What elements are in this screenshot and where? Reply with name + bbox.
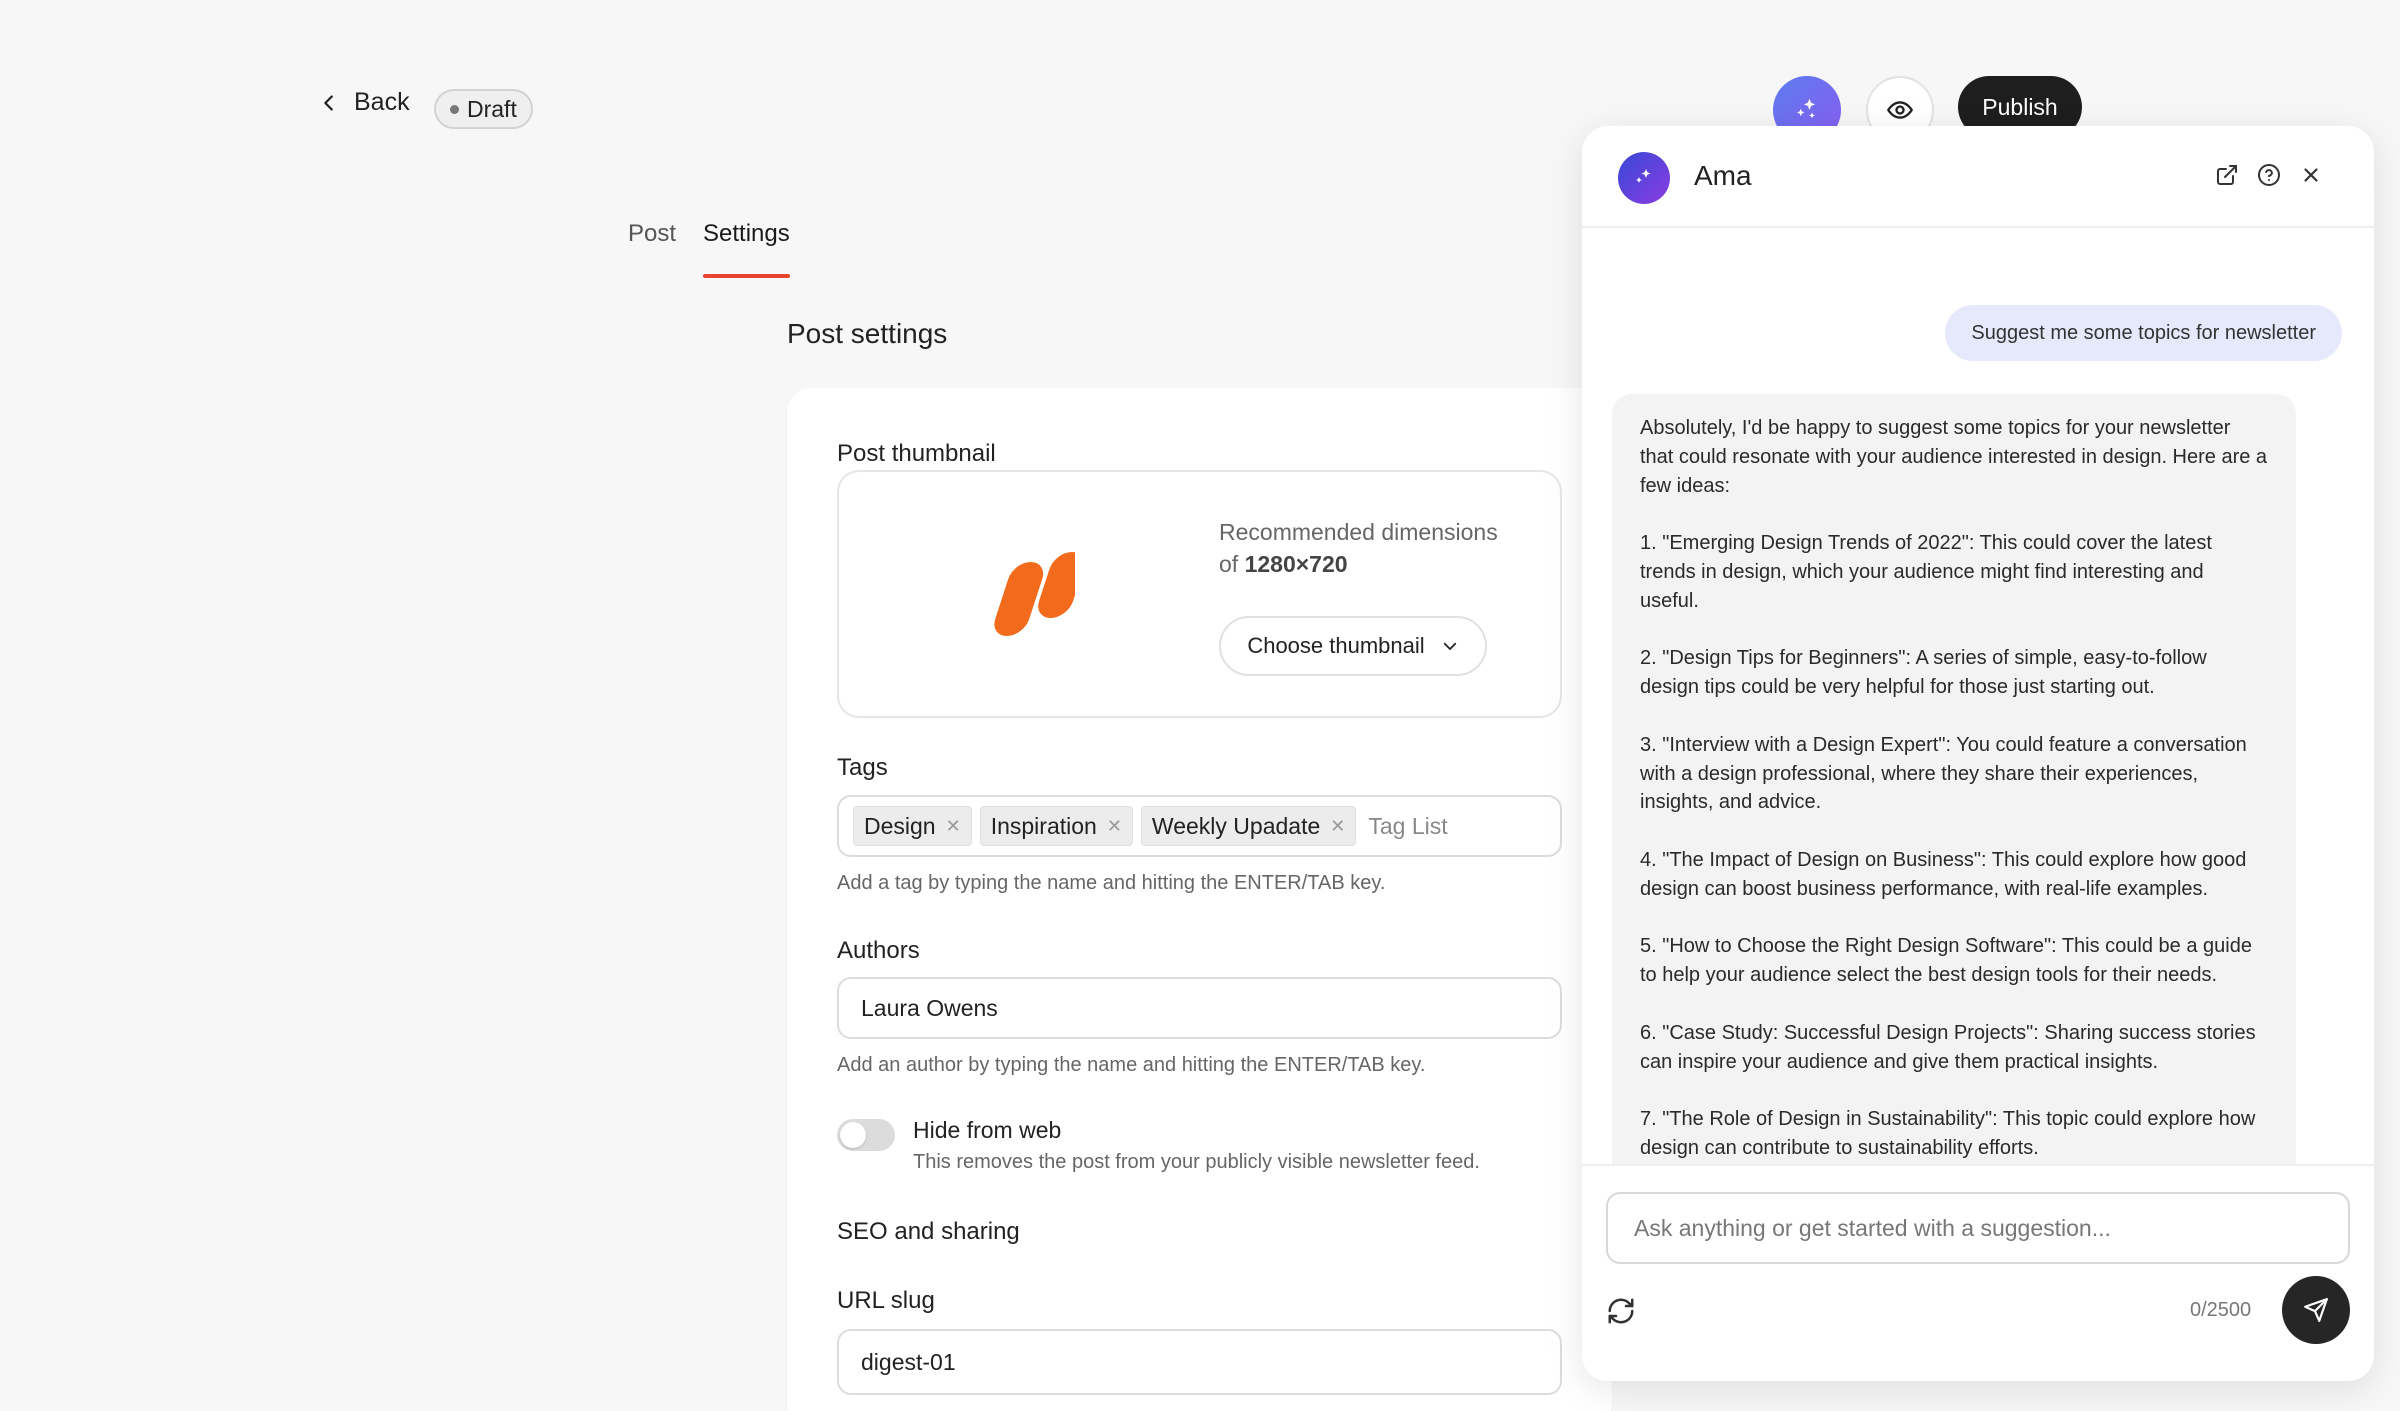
sparkle-icon bbox=[1797, 98, 1816, 119]
assistant-message: Absolutely, I'd be happy to suggest some… bbox=[1612, 394, 2296, 1294]
remove-tag-icon[interactable]: ✕ bbox=[946, 816, 961, 837]
hide-from-web-description: This removes the post from your publicly… bbox=[913, 1151, 1480, 1173]
message-paragraph: 6. "Case Study: Successful Design Projec… bbox=[1640, 1021, 2256, 1073]
chat-composer: Ask anything or get started with a sugge… bbox=[1582, 1164, 2374, 1381]
back-label: Back bbox=[354, 88, 410, 116]
message-paragraph: 2. "Design Tips for Beginners": A series… bbox=[1640, 647, 2207, 699]
user-message: Suggest me some topics for newsletter bbox=[1945, 305, 2342, 361]
close-icon[interactable] bbox=[2298, 162, 2324, 188]
authors-label: Authors bbox=[837, 937, 920, 964]
refresh-icon[interactable] bbox=[1606, 1296, 1636, 1326]
sparkle-icon bbox=[1636, 169, 1651, 183]
message-paragraph: Absolutely, I'd be happy to suggest some… bbox=[1640, 417, 2268, 497]
message-paragraph: 3. "Interview with a Design Expert": You… bbox=[1640, 733, 2247, 814]
settings-card: Post thumbnail Recommended dimensions of… bbox=[787, 388, 1612, 1411]
tab-post[interactable]: Post bbox=[628, 220, 676, 278]
send-button[interactable] bbox=[2282, 1276, 2350, 1344]
assistant-avatar bbox=[1618, 152, 1670, 204]
open-external-icon[interactable] bbox=[2214, 162, 2240, 188]
tags-input[interactable]: Design ✕ Inspiration ✕ Weekly Upadate ✕ … bbox=[837, 795, 1562, 857]
hide-from-web-title: Hide from web bbox=[913, 1117, 1062, 1143]
choose-thumbnail-button[interactable]: Choose thumbnail bbox=[1219, 616, 1487, 676]
authors-help: Add an author by typing the name and hit… bbox=[837, 1054, 1426, 1076]
url-slug-label: URL slug bbox=[837, 1287, 935, 1314]
status-badge-label: Draft bbox=[467, 95, 517, 122]
remove-tag-icon[interactable]: ✕ bbox=[1330, 816, 1345, 837]
tag-chip: Weekly Upadate ✕ bbox=[1140, 806, 1357, 846]
thumbnail-label: Post thumbnail bbox=[837, 440, 996, 467]
seo-heading: SEO and sharing bbox=[837, 1218, 1020, 1245]
page-title: Post settings bbox=[787, 318, 948, 349]
back-button[interactable]: Back bbox=[318, 88, 410, 117]
tab-settings[interactable]: Settings bbox=[703, 220, 790, 278]
send-icon bbox=[2304, 1298, 2328, 1322]
authors-input[interactable]: Laura Owens bbox=[837, 977, 1562, 1039]
message-paragraph: 1. "Emerging Design Trends of 2022": Thi… bbox=[1640, 532, 2212, 612]
chevron-left-icon bbox=[324, 94, 333, 111]
help-icon[interactable] bbox=[2256, 162, 2282, 188]
assistant-name: Ama bbox=[1694, 160, 1752, 191]
chat-header-actions bbox=[2214, 162, 2324, 188]
assistant-chat-panel: Ama Suggest me some topics for newslette… bbox=[1582, 126, 2374, 1381]
message-paragraph: 4. "The Impact of Design on Business": T… bbox=[1640, 848, 2247, 900]
brand-logo bbox=[994, 552, 1075, 636]
tags-label: Tags bbox=[837, 754, 888, 781]
message-paragraph: 7. "The Role of Design in Sustainability… bbox=[1640, 1108, 2256, 1159]
chevron-down-icon bbox=[1443, 642, 1456, 651]
tag-chip: Design ✕ bbox=[853, 806, 972, 846]
chat-header: Ama bbox=[1582, 126, 2374, 228]
recommended-dimensions: Recommended dimensions of 1280×720 bbox=[1219, 519, 1498, 577]
tag-input-placeholder[interactable]: Tag List bbox=[1368, 813, 1447, 840]
eye-icon bbox=[1886, 101, 1914, 119]
status-badge: Draft bbox=[434, 89, 533, 129]
hide-from-web-toggle[interactable] bbox=[837, 1119, 895, 1151]
chat-input[interactable]: Ask anything or get started with a sugge… bbox=[1606, 1192, 2350, 1264]
url-slug-input[interactable]: digest-01 bbox=[837, 1329, 1562, 1395]
tags-help: Add a tag by typing the name and hitting… bbox=[837, 872, 1386, 894]
tab-bar: Post Settings bbox=[628, 220, 790, 278]
thumbnail-dropzone[interactable]: Recommended dimensions of 1280×720 Choos… bbox=[837, 470, 1562, 718]
character-counter: 0/2500 bbox=[2190, 1299, 2252, 1321]
status-dot bbox=[450, 104, 459, 114]
message-paragraph: 5. "How to Choose the Right Design Softw… bbox=[1640, 935, 2252, 987]
tag-chip: Inspiration ✕ bbox=[979, 806, 1133, 846]
remove-tag-icon[interactable]: ✕ bbox=[1107, 816, 1122, 837]
choose-thumbnail-label: Choose thumbnail bbox=[1247, 633, 1425, 658]
